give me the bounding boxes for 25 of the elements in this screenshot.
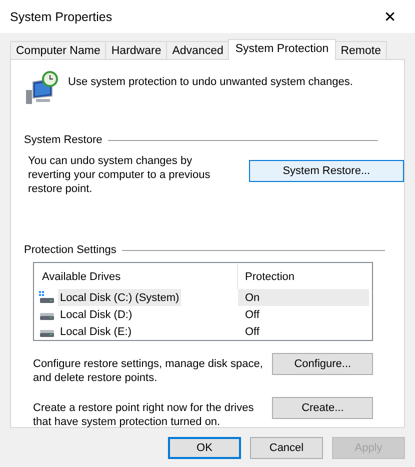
tab[interactable]: Computer Name xyxy=(10,41,106,59)
description-text: Configure restore settings, manage disk space, and delete restore points. xyxy=(33,357,264,385)
protection-status: On xyxy=(238,289,369,306)
drive-name[interactable]: Local Disk (C:) (System) xyxy=(58,289,182,306)
description-text: You can undo system changes by reverting your computer to a previous restore point. xyxy=(28,154,212,196)
group-heading: System Restore xyxy=(24,134,102,146)
tab[interactable]: System Protection xyxy=(228,39,336,60)
system-restore-button[interactable]: System Restore... xyxy=(248,160,404,182)
dialog-button[interactable]: Cancel xyxy=(250,437,323,459)
description-text: Use system protection to undo unwanted system changes. xyxy=(68,75,353,88)
computer-restore-icon xyxy=(24,70,58,106)
drive-name[interactable]: Local Disk (E:) xyxy=(58,323,134,340)
column-header[interactable]: Protection xyxy=(238,264,295,289)
drive-name[interactable]: Local Disk (D:) xyxy=(58,306,134,323)
window-title: System Properties xyxy=(10,10,112,24)
group-heading: Protection Settings xyxy=(24,244,116,256)
action-button[interactable]: Create... xyxy=(272,397,373,419)
dialog-button[interactable]: OK xyxy=(168,437,241,459)
system-drive-icon xyxy=(39,291,54,304)
protection-status: Off xyxy=(244,324,260,340)
close-button[interactable]: ✕ xyxy=(373,0,407,33)
tab[interactable]: Remote xyxy=(334,41,387,59)
description-text: Create a restore point right now for the drives that have system protection turned on. xyxy=(33,401,255,429)
action-button[interactable]: Configure... xyxy=(272,353,373,375)
protection-status: Off xyxy=(244,308,260,322)
